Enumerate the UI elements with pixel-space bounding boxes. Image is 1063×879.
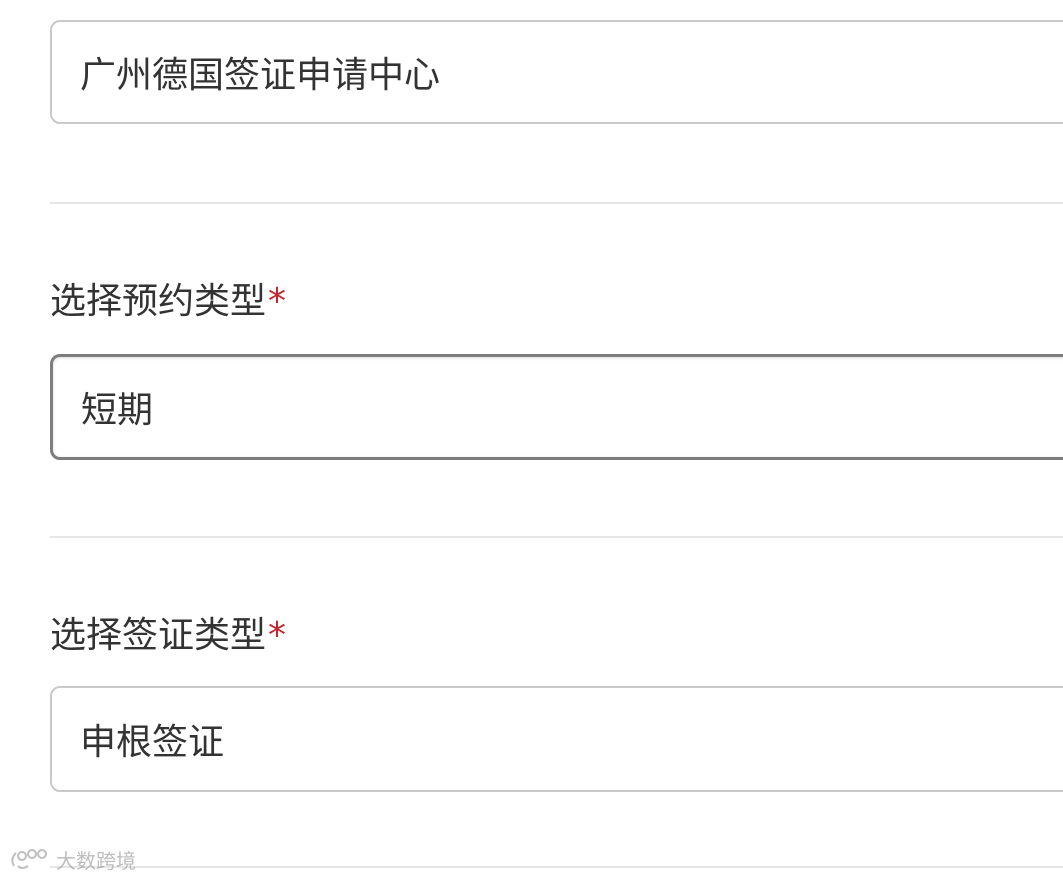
logo-icon [8,846,52,872]
required-mark: * [268,615,287,656]
visa-type-label-text: 选择签证类型 [50,615,267,656]
appointment-type-label-text: 选择预约类型 [50,281,267,322]
watermark-text: 大数跨境 [56,848,136,873]
visa-type-select[interactable]: 申根签证 [50,686,1063,792]
section-divider [50,202,1063,204]
section-divider [50,866,1063,868]
watermark: 大数跨境 [8,842,136,876]
appointment-type-label: 选择预约类型* [50,272,286,324]
section-divider [50,536,1063,538]
required-mark: * [268,281,287,322]
visa-type-label: 选择签证类型* [50,606,286,658]
visa-center-value: 广州德国签证申请中心 [80,55,441,96]
visa-center-select[interactable]: 广州德国签证申请中心 [50,20,1063,124]
visa-type-value: 申根签证 [80,722,225,763]
appointment-type-value: 短期 [81,390,154,431]
appointment-type-select[interactable]: 短期 [50,354,1063,460]
